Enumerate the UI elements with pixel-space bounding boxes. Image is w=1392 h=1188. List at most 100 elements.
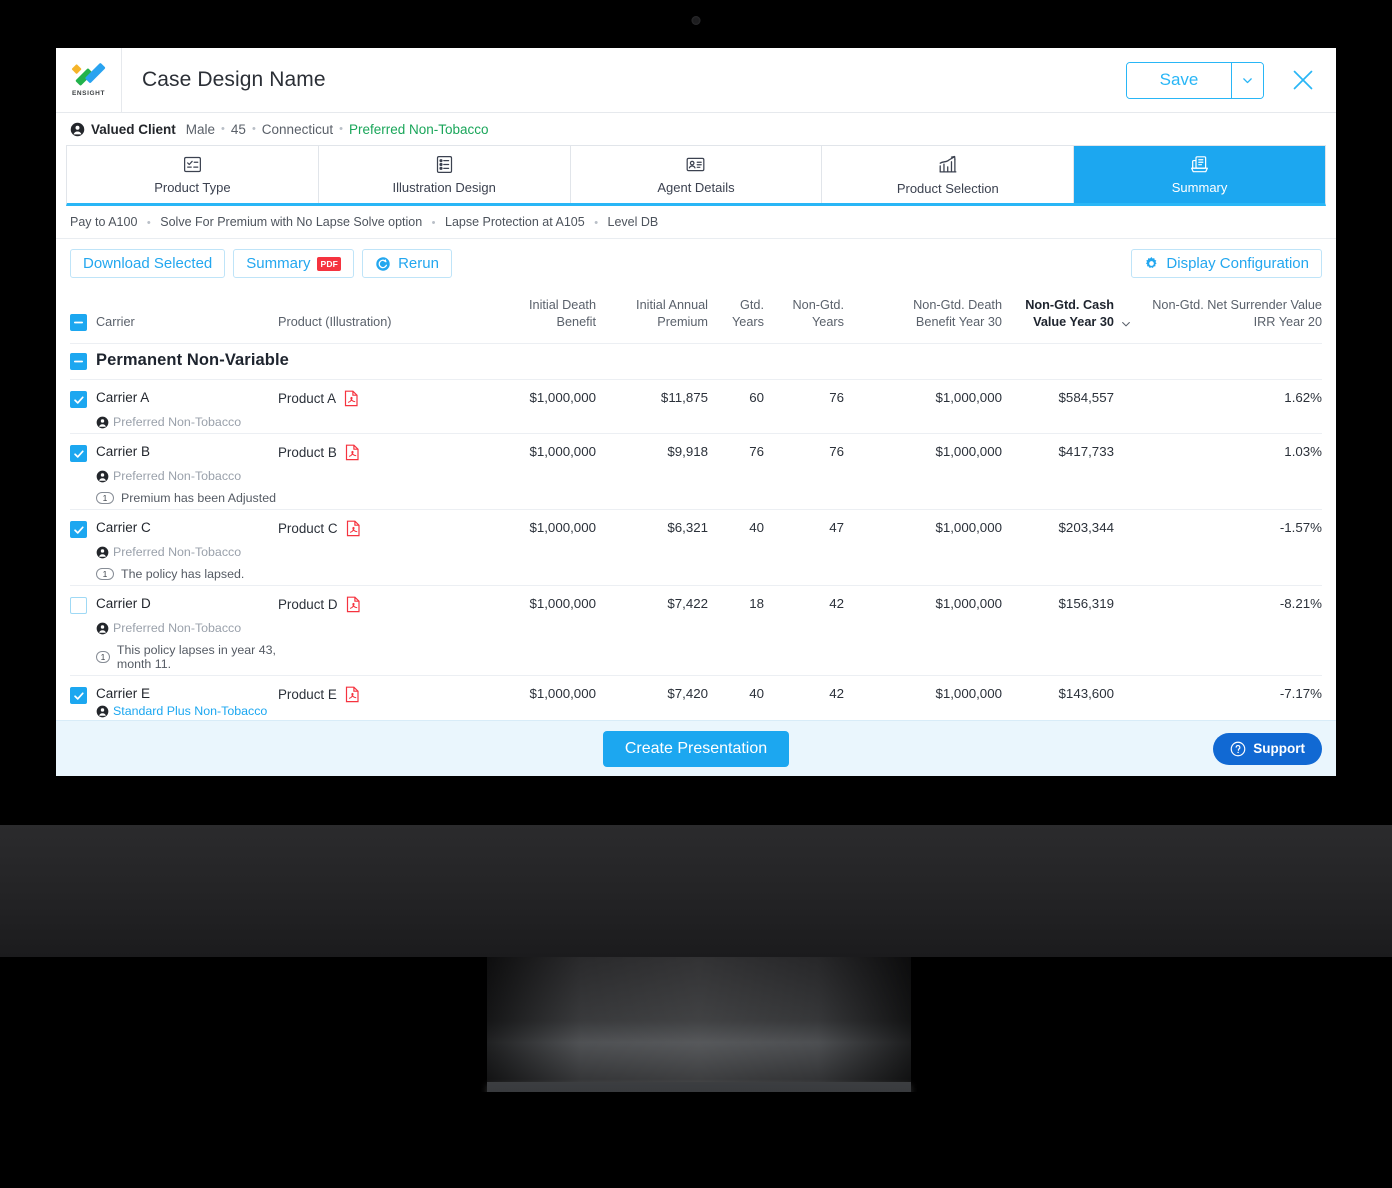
header-actions: Save — [1126, 61, 1336, 99]
support-label: Support — [1253, 741, 1305, 756]
minus-icon — [73, 360, 84, 363]
col-header-non-gtd-irr[interactable]: Non-Gtd. Net Surrender Value IRR Year 20 — [1132, 289, 1322, 344]
brand-logo[interactable]: ENSIGHT — [56, 48, 122, 113]
group-select-checkbox[interactable] — [70, 352, 87, 370]
row-risk-class-label: Preferred Non-Tobacco — [113, 621, 242, 636]
table-row: Carrier B Preferred Non-Tobacco 1 Premiu… — [70, 433, 1322, 510]
client-summary-bar: Valued Client Male • 45 • Connecticut • … — [56, 113, 1336, 145]
support-button[interactable]: Support — [1213, 732, 1322, 765]
col-header-carrier[interactable]: Carrier — [70, 289, 278, 344]
check-icon — [73, 450, 84, 458]
cell-non-gtd-death-benefit: $1,000,000 — [844, 585, 1002, 676]
carrier-name: Carrier C — [96, 520, 151, 536]
app-footer: Create Presentation Support — [56, 720, 1336, 776]
row-checkbox[interactable] — [70, 687, 87, 705]
product-name: Product A — [278, 391, 337, 407]
tab-agent-details[interactable]: Agent Details — [570, 146, 823, 203]
separator-dot: • — [146, 217, 151, 229]
tab-label: Product Type — [154, 180, 231, 195]
table-body: Permanent Non-Variable Carrier A Preferr… — [70, 343, 1322, 720]
rerun-label: Rerun — [398, 255, 439, 272]
client-state: Connecticut — [261, 121, 334, 137]
group-title: Permanent Non-Variable — [96, 351, 289, 370]
note-number: 1 — [96, 651, 110, 664]
close-button[interactable] — [1286, 63, 1320, 97]
product-cell[interactable]: Product E — [278, 686, 478, 703]
cell-initial-death-benefit: $1,000,000 — [478, 379, 596, 434]
download-selected-button[interactable]: Download Selected — [70, 249, 226, 278]
cell-gtd-years: 40 — [708, 675, 764, 720]
save-dropdown-button[interactable] — [1231, 62, 1263, 98]
tab-label: Product Selection — [896, 180, 999, 196]
col-header-non-gtd-death-benefit[interactable]: Non-Gtd. Death Benefit Year 30 — [844, 289, 1002, 344]
cell-non-gtd-years: 76 — [764, 433, 844, 510]
cell-initial-death-benefit: $1,000,000 — [478, 509, 596, 586]
cell-non-gtd-irr: 1.62% — [1132, 379, 1322, 434]
col-header-non-gtd-years[interactable]: Non-Gtd. Years — [764, 289, 844, 344]
row-note: 1 Premium has been Adjusted — [96, 491, 276, 505]
select-all-checkbox[interactable] — [70, 314, 87, 332]
form-list-icon — [436, 156, 452, 173]
col-header-initial-annual-premium[interactable]: Initial Annual Premium — [596, 289, 708, 344]
cell-non-gtd-years: 47 — [764, 509, 844, 586]
cell-initial-death-benefit: $1,000,000 — [478, 675, 596, 720]
results-table-container: Carrier Product (Illustration) Initial D… — [56, 289, 1336, 720]
col-header-initial-death-benefit[interactable]: Initial Death Benefit — [478, 289, 596, 344]
tab-product-type[interactable]: Product Type — [67, 146, 319, 203]
minus-icon — [73, 321, 84, 324]
carrier-name: Carrier E — [96, 686, 151, 702]
gear-icon — [1146, 257, 1158, 268]
page-title: Case Design Name — [142, 68, 326, 91]
tab-product-selection[interactable]: Product Selection — [822, 146, 1075, 203]
rerun-button[interactable]: Rerun — [362, 249, 452, 278]
row-checkbox[interactable] — [70, 391, 87, 409]
row-risk-class-label: Preferred Non-Tobacco — [113, 469, 242, 484]
action-toolbar: Download Selected Summary PDF Rerun Disp… — [56, 239, 1336, 289]
tab-summary[interactable]: Summary — [1074, 146, 1325, 203]
summary-label: Summary — [246, 255, 311, 272]
col-header-gtd-years[interactable]: Gtd. Years — [708, 289, 764, 344]
row-checkbox[interactable] — [70, 521, 87, 539]
app-window: ENSIGHT Case Design Name Save Valued Cli… — [56, 48, 1336, 776]
col-header-non-gtd-cash-value[interactable]: Non-Gtd. Cash Value Year 30 — [1002, 289, 1132, 344]
results-table: Carrier Product (Illustration) Initial D… — [70, 289, 1322, 720]
cell-non-gtd-death-benefit: $1,000,000 — [844, 675, 1002, 720]
cell-initial-death-benefit: $1,000,000 — [478, 585, 596, 676]
table-group-row: Permanent Non-Variable — [70, 343, 1322, 380]
tab-label: Agent Details — [657, 180, 735, 195]
display-configuration-button[interactable]: Display Configuration — [1131, 249, 1322, 278]
cell-non-gtd-death-benefit: $1,000,000 — [844, 433, 1002, 510]
separator-dot: • — [221, 123, 225, 135]
product-cell[interactable]: Product C — [278, 520, 478, 537]
save-button[interactable]: Save — [1127, 62, 1231, 98]
check-icon — [73, 396, 84, 404]
create-presentation-button[interactable]: Create Presentation — [602, 730, 790, 767]
cell-non-gtd-years: 42 — [764, 585, 844, 676]
presentation-icon — [1191, 156, 1209, 173]
cell-gtd-years: 76 — [708, 433, 764, 510]
col-header-carrier-label: Carrier — [96, 314, 135, 329]
note-text: Premium has been Adjusted — [121, 491, 276, 506]
workflow-tabs: Product Type Illustration Design Agent D… — [66, 145, 1326, 206]
client-gender: Male — [185, 121, 216, 137]
product-name: Product D — [278, 597, 338, 613]
col-header-product[interactable]: Product (Illustration) — [278, 289, 478, 344]
row-checkbox[interactable] — [70, 445, 87, 463]
display-configuration-label: Display Configuration — [1166, 255, 1309, 272]
person-icon — [96, 546, 109, 559]
product-cell[interactable]: Product A — [278, 390, 478, 407]
product-cell[interactable]: Product B — [278, 444, 478, 461]
row-note: 1 The policy has lapsed. — [96, 567, 244, 581]
tab-illustration-design[interactable]: Illustration Design — [318, 146, 571, 203]
cell-initial-death-benefit: $1,000,000 — [478, 433, 596, 510]
summary-pdf-button[interactable]: Summary PDF — [233, 249, 355, 278]
cell-non-gtd-cash-value: $584,557 — [1002, 379, 1132, 434]
product-name: Product B — [278, 445, 337, 461]
row-checkbox[interactable] — [70, 597, 87, 615]
brand-wordmark: ENSIGHT — [71, 90, 106, 97]
cell-non-gtd-irr: -7.17% — [1132, 675, 1322, 720]
row-risk-class-label: Preferred Non-Tobacco — [113, 545, 242, 560]
product-cell[interactable]: Product D — [278, 596, 478, 613]
refresh-icon — [376, 256, 390, 271]
row-risk-class[interactable]: Standard Plus Non-Tobacco — [96, 704, 267, 718]
